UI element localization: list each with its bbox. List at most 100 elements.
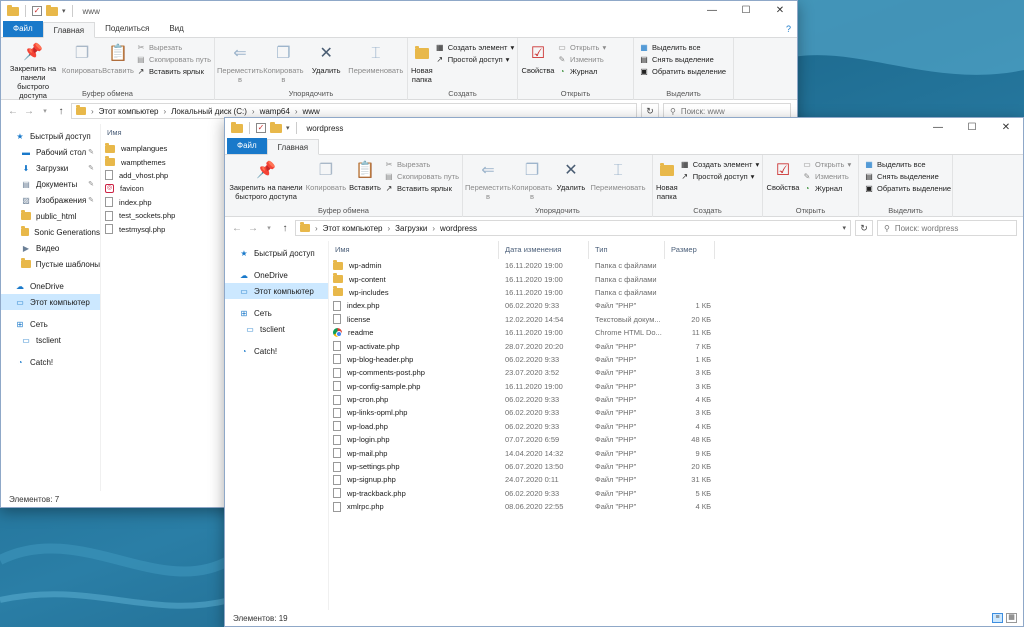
new-folder-icon[interactable] bbox=[270, 121, 282, 133]
back-icon[interactable]: ← bbox=[7, 106, 19, 117]
cut-button[interactable]: ✂ Вырезать bbox=[384, 159, 459, 169]
new-item-button[interactable]: ▦ Создать элемент ▾ bbox=[680, 159, 759, 169]
navigation-pane[interactable]: ★ Быстрый доступ ☁ OneDrive ▭ Этот компьюте… bbox=[225, 241, 329, 610]
nav-catch[interactable]: ◔ Catch! bbox=[225, 343, 328, 359]
table-row[interactable]: index.php 06.02.2020 9:33 Файл "PHP" 1 КБ bbox=[329, 299, 1023, 312]
copy-path-button[interactable]: ▤ Скопировать путь bbox=[136, 54, 211, 64]
table-row[interactable]: wp-mail.php 14.04.2020 14:32 Файл "PHP" 9 К… bbox=[329, 446, 1023, 459]
easy-access-button[interactable]: ↗ Простой доступ ▾ bbox=[435, 54, 514, 64]
table-row[interactable]: wp-content 16.11.2020 19:00 Папка с файлам… bbox=[329, 272, 1023, 285]
recent-icon[interactable]: ▾ bbox=[39, 107, 51, 115]
history-button[interactable]: ◔ Журнал bbox=[802, 183, 851, 193]
recent-icon[interactable]: ▾ bbox=[263, 224, 275, 232]
table-row[interactable]: readme 16.11.2020 19:00 Chrome HTML Do... 1… bbox=[329, 326, 1023, 339]
easy-access-button[interactable]: ↗ Простой доступ ▾ bbox=[680, 171, 759, 181]
nav-documents[interactable]: ▤ Документы ✎ bbox=[1, 176, 100, 192]
copy-path-button[interactable]: ▤ Скопировать путь bbox=[384, 171, 459, 181]
column-type[interactable]: Тип bbox=[589, 241, 665, 259]
tab-view[interactable]: Вид bbox=[159, 21, 193, 37]
select-all-button[interactable]: ▦ Выделить все bbox=[864, 159, 951, 169]
tab-home[interactable]: Главная bbox=[266, 139, 320, 155]
breadcrumb-item[interactable]: Загрузки bbox=[395, 224, 427, 233]
edit-button[interactable]: ✎ Изменить bbox=[557, 54, 606, 64]
nav-onedrive[interactable]: ☁ OneDrive bbox=[225, 267, 328, 283]
cut-button[interactable]: ✂ Вырезать bbox=[136, 42, 211, 52]
file-list[interactable]: Имя Дата изменения Тип Размер wp-admin 16… bbox=[329, 241, 1023, 610]
nav-sonic[interactable]: Sonic Generations bbox=[1, 224, 100, 240]
column-date[interactable]: Дата изменения bbox=[499, 241, 589, 259]
table-row[interactable]: wp-includes 16.11.2020 19:00 Папка с файла… bbox=[329, 286, 1023, 299]
title-bar[interactable]: ✓ ▾ www — ☐ ✕ bbox=[1, 1, 797, 21]
up-icon[interactable]: ↑ bbox=[55, 106, 67, 117]
maximize-button[interactable]: ☐ bbox=[729, 1, 763, 21]
paste-shortcut-button[interactable]: ↗ Вставить ярлык bbox=[136, 66, 211, 76]
minimize-button[interactable]: — bbox=[921, 118, 955, 138]
close-button[interactable]: ✕ bbox=[763, 1, 797, 21]
forward-icon[interactable]: → bbox=[23, 106, 35, 117]
new-folder-icon[interactable] bbox=[46, 4, 58, 16]
nav-videos[interactable]: ▶ Видео bbox=[1, 240, 100, 256]
paste-shortcut-button[interactable]: ↗ Вставить ярлык bbox=[384, 183, 459, 193]
refresh-icon[interactable]: ↻ bbox=[855, 220, 873, 236]
properties-icon[interactable]: ✓ bbox=[32, 6, 42, 16]
table-row[interactable]: wp-settings.php 06.07.2020 13:50 Файл "PHP… bbox=[329, 460, 1023, 473]
table-row[interactable]: wp-links-opml.php 06.02.2020 9:33 Файл "PH… bbox=[329, 406, 1023, 419]
breadcrumb-item[interactable]: Этот компьютер bbox=[99, 107, 159, 116]
select-none-button[interactable]: ▤ Снять выделение bbox=[639, 54, 726, 64]
nav-quick-access[interactable]: ★ Быстрый доступ bbox=[1, 128, 100, 144]
details-view-icon[interactable]: ≡ bbox=[992, 613, 1003, 623]
table-row[interactable]: wp-admin 16.11.2020 19:00 Папка с файлами bbox=[329, 259, 1023, 272]
tab-home[interactable]: Главная bbox=[42, 22, 96, 38]
minimize-button[interactable]: — bbox=[695, 1, 729, 21]
navigation-pane[interactable]: ★ Быстрый доступ ▬ Рабочий стол ✎ ⬇ Загрузки… bbox=[1, 124, 101, 491]
customize-toolbar-icon[interactable]: ▾ bbox=[286, 124, 290, 132]
nav-downloads[interactable]: ⬇ Загрузки ✎ bbox=[1, 160, 100, 176]
column-name[interactable]: Имя bbox=[101, 124, 221, 142]
invert-selection-button[interactable]: ▣ Обратить выделение bbox=[639, 66, 726, 76]
column-size[interactable]: Размер bbox=[665, 241, 715, 259]
nav-tsclient[interactable]: ▭ tsclient bbox=[1, 332, 100, 348]
nav-catch[interactable]: ◔ Catch! bbox=[1, 354, 100, 370]
address-dropdown-icon[interactable]: ▾ bbox=[842, 224, 846, 232]
breadcrumb-item[interactable]: www bbox=[302, 107, 319, 116]
open-button[interactable]: ▭ Открыть ▾ bbox=[802, 159, 851, 169]
nav-quick-access[interactable]: ★ Быстрый доступ bbox=[225, 245, 328, 261]
nav-empty-templates[interactable]: Пустые шаблоны bbox=[1, 256, 100, 272]
nav-onedrive[interactable]: ☁ OneDrive bbox=[1, 278, 100, 294]
table-row[interactable]: wp-config-sample.php 16.11.2020 19:00 Файл… bbox=[329, 380, 1023, 393]
open-button[interactable]: ▭ Открыть ▾ bbox=[557, 42, 606, 52]
nav-public-html[interactable]: public_html bbox=[1, 208, 100, 224]
new-item-button[interactable]: ▦ Создать элемент ▾ bbox=[435, 42, 514, 52]
forward-icon[interactable]: → bbox=[247, 223, 259, 234]
tab-share[interactable]: Поделиться bbox=[95, 21, 159, 37]
breadcrumb-item[interactable]: Этот компьютер bbox=[323, 224, 383, 233]
close-button[interactable]: ✕ bbox=[989, 118, 1023, 138]
breadcrumb-item[interactable]: wamp64 bbox=[260, 107, 290, 116]
customize-toolbar-icon[interactable]: ▾ bbox=[62, 7, 66, 15]
search-input[interactable]: ⚲ Поиск: wordpress bbox=[877, 220, 1017, 236]
table-row[interactable]: license 12.02.2020 14:54 Текстовый докум..… bbox=[329, 313, 1023, 326]
help-icon[interactable]: ? bbox=[786, 24, 791, 34]
select-all-button[interactable]: ▦ Выделить все bbox=[639, 42, 726, 52]
table-row[interactable]: wp-signup.php 24.07.2020 0:11 Файл "PHP" 31… bbox=[329, 473, 1023, 486]
table-row[interactable]: wp-activate.php 28.07.2020 20:20 Файл "PHP… bbox=[329, 339, 1023, 352]
breadcrumb-item[interactable]: wordpress bbox=[440, 224, 477, 233]
history-button[interactable]: ◔ Журнал bbox=[557, 66, 606, 76]
address-bar[interactable]: › Этот компьютер › Загрузки › wordpress … bbox=[295, 220, 851, 236]
title-bar[interactable]: ✓ ▾ wordpress — ☐ ✕ bbox=[225, 118, 1023, 138]
nav-network[interactable]: ⊞ Сеть bbox=[225, 305, 328, 321]
table-row[interactable]: wp-blog-header.php 06.02.2020 9:33 Файл "P… bbox=[329, 353, 1023, 366]
table-row[interactable]: wp-trackback.php 06.02.2020 9:33 Файл "PHP… bbox=[329, 487, 1023, 500]
edit-button[interactable]: ✎ Изменить bbox=[802, 171, 851, 181]
nav-this-pc[interactable]: ▭ Этот компьютер bbox=[225, 283, 328, 299]
column-name[interactable]: Имя bbox=[329, 241, 499, 259]
explorer-window-wordpress[interactable]: ✓ ▾ wordpress — ☐ ✕ Файл Главная 📌 Закре… bbox=[224, 117, 1024, 627]
back-icon[interactable]: ← bbox=[231, 223, 243, 234]
nav-tsclient[interactable]: ▭ tsclient bbox=[225, 321, 328, 337]
nav-this-pc[interactable]: ▭ Этот компьютер bbox=[1, 294, 100, 310]
table-row[interactable]: xmlrpc.php 08.06.2020 22:55 Файл "PHP" 4 КБ bbox=[329, 500, 1023, 513]
properties-icon[interactable]: ✓ bbox=[256, 123, 266, 133]
table-row[interactable]: wp-load.php 06.02.2020 9:33 Файл "PHP" 4 КБ bbox=[329, 420, 1023, 433]
invert-selection-button[interactable]: ▣ Обратить выделение bbox=[864, 183, 951, 193]
maximize-button[interactable]: ☐ bbox=[955, 118, 989, 138]
